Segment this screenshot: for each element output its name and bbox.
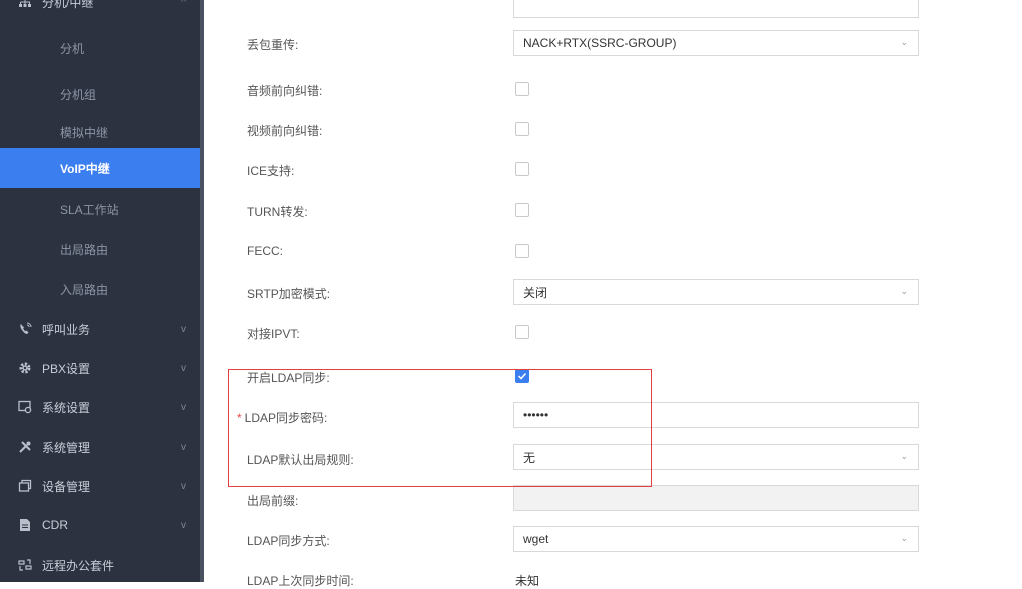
turn-checkbox[interactable] — [515, 203, 529, 217]
sidebar-item-label: 分机 — [60, 41, 85, 56]
device-icon — [18, 479, 32, 493]
sidebar-item-extension[interactable]: 分机 — [0, 28, 200, 68]
sidebar-item-system-settings[interactable]: 系统设置 v — [0, 387, 200, 427]
partial-top-field[interactable] — [513, 0, 919, 18]
ipvt-label: 对接IPVT: — [247, 327, 300, 341]
network-icon — [18, 0, 32, 9]
srtp-select[interactable]: 关闭 ⌄ — [513, 279, 919, 305]
outbound-prefix-input — [513, 485, 919, 511]
outbound-prefix-label: 出局前缀: — [247, 494, 299, 508]
sidebar: 分机/中继 ^ 分机 分机组 模拟中继 VoIP中继 SLA工作站 出局路由 入… — [0, 0, 204, 582]
fecc-checkbox[interactable] — [515, 244, 529, 258]
sidebar-item-sla-station[interactable]: SLA工作站 — [0, 189, 200, 229]
sidebar-item-voip-trunk[interactable]: VoIP中继 — [0, 148, 200, 188]
chevron-down-icon: ⌄ — [900, 37, 908, 47]
video-fec-label: 视频前向纠错: — [247, 124, 323, 138]
sidebar-item-pbx-settings[interactable]: PBX设置 v — [0, 348, 200, 388]
audio-fec-label: 音频前向纠错: — [247, 84, 323, 98]
audio-fec-checkbox[interactable] — [515, 82, 529, 96]
sidebar-item-label: 系统管理 — [42, 440, 91, 455]
sidebar-item-label: 入局路由 — [60, 282, 109, 297]
sidebar-item-label: SLA工作站 — [60, 202, 119, 217]
remote-office-icon — [18, 558, 32, 572]
srtp-label: SRTP加密模式: — [247, 287, 331, 301]
chevron-up-icon: ^ — [181, 0, 186, 8]
ldap-last-sync-label: LDAP上次同步时间: — [247, 574, 354, 588]
chevron-down-icon: v — [181, 441, 186, 453]
ldap-sync-method-select[interactable]: wget ⌄ — [513, 526, 919, 552]
sidebar-item-label: CDR — [42, 518, 68, 532]
chevron-down-icon: ⌄ — [900, 533, 908, 543]
sidebar-item-system-management[interactable]: 系统管理 v — [0, 427, 200, 467]
sidebar-item-label: 系统设置 — [42, 400, 91, 415]
sidebar-item-label: VoIP中继 — [60, 161, 110, 176]
chevron-down-icon: ⌄ — [900, 286, 908, 296]
ipvt-checkbox[interactable] — [515, 325, 529, 339]
sidebar-item-label: 出局路由 — [60, 242, 109, 257]
chevron-down-icon: v — [181, 362, 186, 374]
sidebar-item-extension-group[interactable]: 分机组 — [0, 74, 200, 114]
chevron-down-icon: v — [181, 401, 186, 413]
ice-checkbox[interactable] — [515, 162, 529, 176]
sidebar-item-device-management[interactable]: 设备管理 v — [0, 466, 200, 506]
sidebar-item-label: 模拟中继 — [60, 125, 109, 140]
chevron-down-icon: v — [181, 480, 186, 492]
ldap-last-sync-value: 未知 — [515, 574, 540, 588]
select-value: 关闭 — [523, 285, 548, 300]
packet-loss-select[interactable]: NACK+RTX(SSRC-GROUP) ⌄ — [513, 30, 919, 56]
sidebar-item-call-features[interactable]: 呼叫业务 v — [0, 309, 200, 349]
highlight-annotation-box — [228, 369, 652, 487]
packet-loss-label: 丢包重传: — [247, 38, 299, 52]
monitor-settings-icon — [18, 400, 32, 414]
chevron-down-icon: ⌄ — [900, 451, 908, 461]
select-value: NACK+RTX(SSRC-GROUP) — [523, 36, 677, 50]
sidebar-item-label: 分机组 — [60, 87, 97, 102]
ice-label: ICE支持: — [247, 164, 295, 178]
video-fec-checkbox[interactable] — [515, 122, 529, 136]
fecc-label: FECC: — [247, 244, 283, 258]
tools-icon — [18, 440, 32, 454]
sidebar-item-remote-office[interactable]: 远程办公套件 — [0, 545, 200, 585]
sidebar-item-label: 呼叫业务 — [42, 322, 91, 337]
sidebar-item-analog-trunk[interactable]: 模拟中继 — [0, 112, 200, 152]
sidebar-item-outbound-route[interactable]: 出局路由 — [0, 229, 200, 269]
ldap-sync-method-label: LDAP同步方式: — [247, 534, 330, 548]
sidebar-item-label: 设备管理 — [42, 479, 91, 494]
chevron-down-icon: v — [181, 519, 186, 531]
sidebar-item-label: PBX设置 — [42, 361, 91, 376]
sidebar-group-label: 分机/中继 — [42, 0, 94, 10]
sidebar-item-cdr[interactable]: CDR v — [0, 505, 200, 545]
trunk-settings-form: 丢包重传: NACK+RTX(SSRC-GROUP) ⌄ 音频前向纠错: 视频前… — [204, 0, 1022, 588]
sidebar-group-extension-trunk[interactable]: 分机/中继 ^ — [0, 0, 200, 18]
document-icon — [18, 518, 32, 532]
select-value: wget — [523, 532, 549, 546]
phone-icon — [18, 322, 32, 336]
gear-icon — [18, 361, 32, 375]
chevron-down-icon: v — [181, 323, 186, 335]
sidebar-item-label: 远程办公套件 — [42, 558, 115, 573]
turn-label: TURN转发: — [247, 205, 308, 219]
sidebar-item-inbound-route[interactable]: 入局路由 — [0, 269, 200, 309]
